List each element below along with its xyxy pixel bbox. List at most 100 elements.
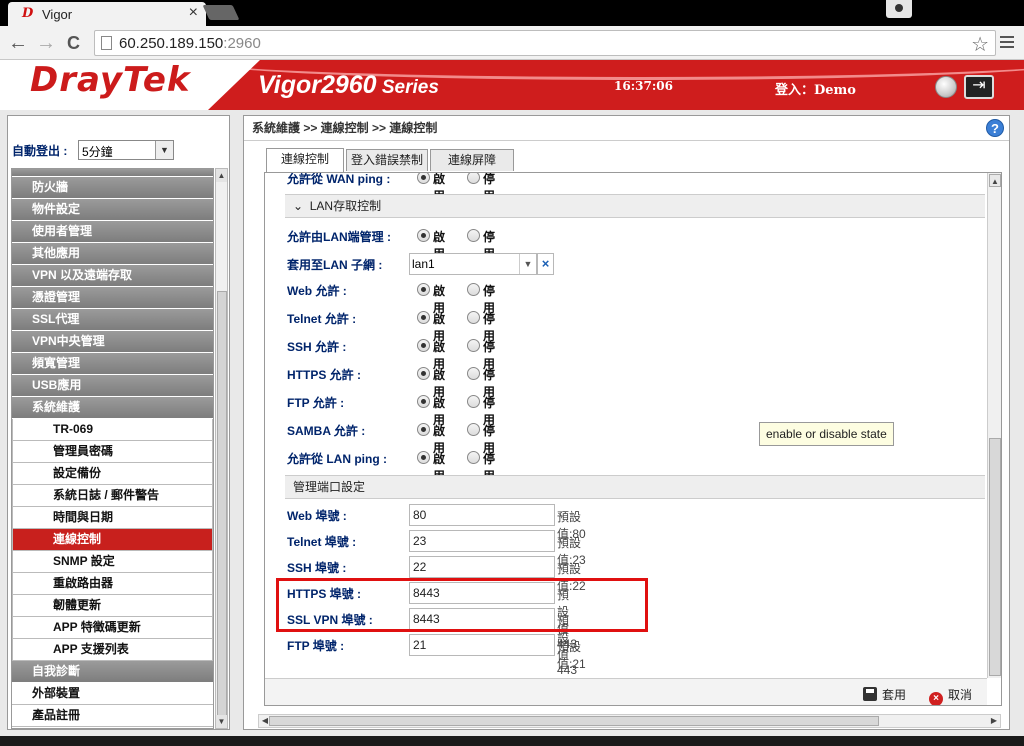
sidebar-item[interactable]: SNMP 設定 <box>12 551 213 573</box>
port-input[interactable]: 23 <box>409 530 555 552</box>
clock: 16:37:06 <box>614 79 673 93</box>
sidebar-item[interactable]: 系統日誌 / 郵件警告 <box>12 485 213 507</box>
draytek-favicon-icon: D <box>22 6 34 21</box>
sidebar-item[interactable]: SSL代理 <box>12 309 213 331</box>
enable-radio[interactable] <box>417 283 430 296</box>
sidebar-item[interactable]: 產品註冊 <box>12 705 213 727</box>
scroll-right-icon[interactable]: ▶ <box>988 715 1000 727</box>
wan-ping-enable-radio[interactable] <box>417 173 430 184</box>
enable-radio[interactable] <box>417 339 430 352</box>
browser-tab[interactable]: D Vigor × <box>8 2 206 26</box>
sidebar-item[interactable]: 外部裝置 <box>12 683 213 705</box>
port-input[interactable]: 80 <box>409 504 555 526</box>
horizontal-scrollbar[interactable]: ◀ ▶ <box>258 714 1001 728</box>
sidebar-item[interactable]: 憑證管理 <box>12 287 213 309</box>
chevron-down-icon: ⌄ <box>293 199 304 213</box>
sidebar-item[interactable]: 其他應用 <box>12 243 213 265</box>
sidebar-item[interactable]: 連線控制 <box>12 529 213 551</box>
bookmark-star-icon[interactable]: ☆ <box>971 32 989 57</box>
forward-icon[interactable]: → <box>36 31 56 55</box>
scrollbar-thumb[interactable] <box>269 716 879 726</box>
notification-bell-icon[interactable] <box>935 76 957 98</box>
sidebar-item[interactable]: 韌體更新 <box>12 595 213 617</box>
tab-login-error-block[interactable]: 登入錯誤禁制 <box>346 149 428 171</box>
chevron-down-icon: ▼ <box>519 254 536 274</box>
address-bar[interactable]: 60.250.189.150:2960 ☆ <box>94 30 996 56</box>
sidebar-item[interactable]: 頻寬管理 <box>12 353 213 375</box>
content-scrollbar[interactable]: ▲ <box>987 173 1001 678</box>
sidebar-item[interactable]: 時間與日期 <box>12 507 213 529</box>
lan-access-section-header[interactable]: ⌄ LAN存取控制 <box>285 194 985 218</box>
sidebar-item[interactable]: 設定備份 <box>12 463 213 485</box>
sidebar-item[interactable]: 重啟路由器 <box>12 573 213 595</box>
row-label: SSH 允許 : <box>287 340 347 354</box>
help-icon[interactable]: ? <box>986 119 1004 137</box>
sidebar-item[interactable]: VPN中央管理 <box>12 331 213 353</box>
apply-button[interactable]: 套用 <box>863 686 906 703</box>
enable-radio[interactable] <box>417 311 430 324</box>
sidebar-item[interactable]: 使用者管理 <box>12 221 213 243</box>
page-icon <box>101 36 112 50</box>
auto-logout-select[interactable]: 5分鐘 ▼ <box>78 140 174 160</box>
disable-radio[interactable] <box>467 367 480 380</box>
clear-subnet-icon[interactable]: × <box>537 253 554 275</box>
port-input[interactable]: 21 <box>409 634 555 656</box>
tab-connection-barrier[interactable]: 連線屏障 <box>430 149 514 171</box>
tab-title: Vigor <box>42 7 73 22</box>
scroll-up-icon[interactable]: ▲ <box>216 169 227 182</box>
disable-radio[interactable] <box>467 423 480 436</box>
tab-close-icon[interactable]: × <box>189 5 198 21</box>
disable-radio[interactable] <box>467 451 480 464</box>
logout-icon[interactable]: ⇥ <box>964 75 994 99</box>
save-icon <box>863 687 877 701</box>
scrollbar-thumb[interactable] <box>989 438 1001 676</box>
app-banner: DrayTek Vigor2960 Series 16:37:06 登入：Dem… <box>0 60 1024 110</box>
new-tab-button[interactable] <box>202 5 240 20</box>
disable-radio[interactable] <box>467 395 480 408</box>
sidebar-menu: 防火牆 物件設定 使用者管理 其他應用 VPN 以及遠端存取 憑證管理 SSL代理 VPN中央… <box>11 168 214 729</box>
scrollbar-thumb[interactable] <box>217 291 227 716</box>
sidebar-item[interactable]: 防火牆 <box>12 177 213 199</box>
row-label: FTP 允許 : <box>287 396 345 410</box>
back-icon[interactable]: ← <box>8 31 28 55</box>
sidebar-item[interactable]: 系統維護 <box>12 397 213 419</box>
sidebar-item[interactable]: APP 支援列表 <box>12 639 213 661</box>
row-label: 允許從 LAN ping : <box>287 452 387 466</box>
sidebar-item[interactable]: APP 特徵碼更新 <box>12 617 213 639</box>
disable-radio[interactable] <box>467 283 480 296</box>
breadcrumb: 系統維護 >> 連線控制 >> 連線控制 <box>252 121 438 135</box>
sidebar-item[interactable]: USB應用 <box>12 375 213 397</box>
wan-ping-disable-radio[interactable] <box>467 173 480 184</box>
enable-radio[interactable] <box>417 423 430 436</box>
profile-icon[interactable] <box>886 0 912 18</box>
sidebar-item[interactable]: 管理員密碼 <box>12 441 213 463</box>
enable-radio[interactable] <box>417 229 430 242</box>
reload-icon[interactable]: C <box>67 31 80 55</box>
row-label: SAMBA 允許 : <box>287 424 366 438</box>
url-text[interactable]: 60.250.189.150:2960 <box>119 35 261 52</box>
sidebar-scrollbar[interactable]: ▲ ▼ <box>215 168 228 729</box>
enable-radio[interactable] <box>417 395 430 408</box>
tab-access-control[interactable]: 連線控制 <box>266 148 344 172</box>
cancel-icon: × <box>929 692 943 705</box>
sidebar-item[interactable]: 自我診斷 <box>12 661 213 683</box>
enable-radio[interactable] <box>417 451 430 464</box>
lan-subnet-select[interactable]: lan1 ▼ <box>409 253 537 275</box>
browser-menu-icon[interactable] <box>1000 36 1014 51</box>
sidebar-item[interactable]: TR-069 <box>12 419 213 441</box>
disable-radio[interactable] <box>467 229 480 242</box>
port-input[interactable]: 22 <box>409 556 555 578</box>
sidebar-item[interactable] <box>12 169 213 177</box>
disable-radio[interactable] <box>467 311 480 324</box>
cancel-button[interactable]: × 取消 <box>929 686 972 705</box>
enable-radio[interactable] <box>417 367 430 380</box>
scroll-up-icon[interactable]: ▲ <box>989 174 1001 187</box>
disable-radio[interactable] <box>467 339 480 352</box>
row-label: Web 允許 : <box>287 284 347 298</box>
sidebar-item[interactable]: VPN 以及遠端存取 <box>12 265 213 287</box>
sidebar-item[interactable]: 物件設定 <box>12 199 213 221</box>
scroll-down-icon[interactable]: ▼ <box>216 715 227 728</box>
login-user: 登入：Demo <box>775 83 856 98</box>
port-label: FTP 埠號 : <box>287 639 345 653</box>
row-label: Telnet 允許 : <box>287 312 357 326</box>
